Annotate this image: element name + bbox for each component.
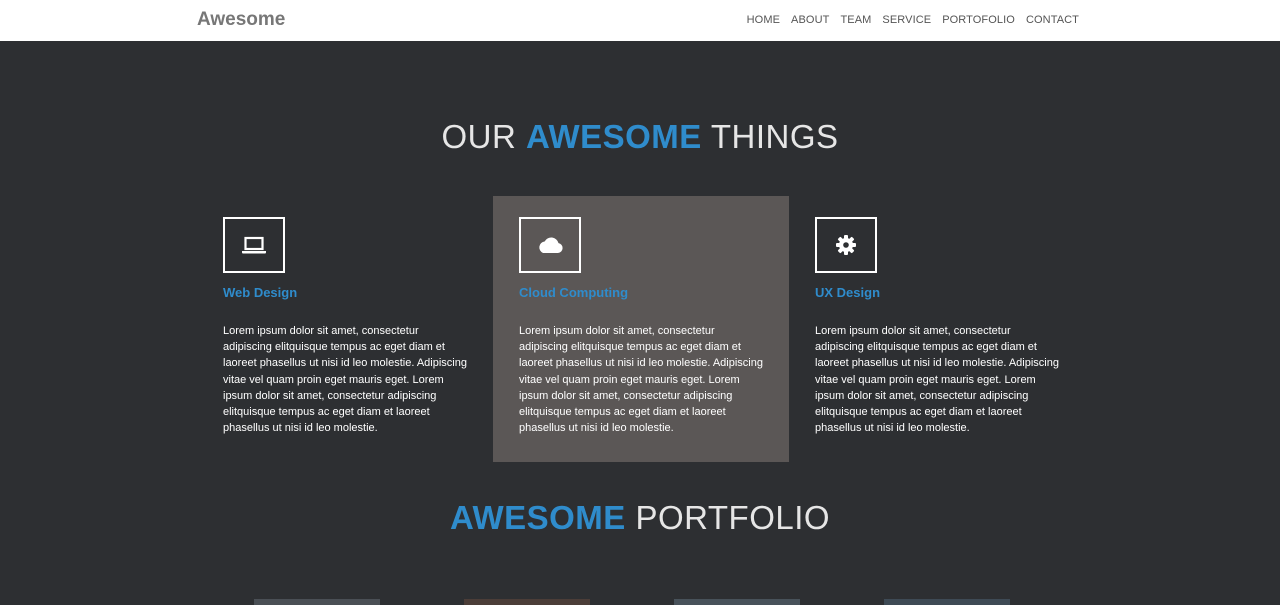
nav-link-portfolio[interactable]: PORTOFOLIO xyxy=(942,14,1015,26)
feature-icon-box xyxy=(519,217,581,273)
feature-card-cloud-computing[interactable]: Cloud Computing Lorem ipsum dolor sit am… xyxy=(493,196,789,462)
features-title-post: THINGS xyxy=(701,118,839,155)
feature-heading: UX Design xyxy=(815,285,881,300)
feature-icon-box xyxy=(815,217,877,273)
portfolio-title-post: PORTFOLIO xyxy=(625,499,831,536)
portfolio-thumbnail[interactable] xyxy=(464,599,590,605)
portfolio-thumbnail[interactable] xyxy=(884,599,1010,605)
features-title-accent: AWESOME xyxy=(525,118,702,155)
feature-description: Lorem ipsum dolor sit amet, consectetur … xyxy=(519,325,763,435)
laptop-icon xyxy=(242,236,266,254)
nav-menu: HOME ABOUT TEAM SERVICE PORTOFOLIO CONTA… xyxy=(747,14,1079,26)
portfolio-title: AWESOME PORTFOLIO xyxy=(0,499,1280,537)
nav-link-about[interactable]: ABOUT xyxy=(791,14,829,26)
nav-link-service[interactable]: SERVICE xyxy=(882,14,931,26)
features-title: OUR AWESOME THINGS xyxy=(0,118,1280,156)
feature-description: Lorem ipsum dolor sit amet, consectetur … xyxy=(223,325,467,435)
brand-logo[interactable]: Awesome xyxy=(197,9,285,31)
portfolio-thumbnail[interactable] xyxy=(674,599,800,605)
navbar: Awesome HOME ABOUT TEAM SERVICE PORTOFOL… xyxy=(0,0,1280,41)
nav-link-team[interactable]: TEAM xyxy=(840,14,871,26)
portfolio-title-accent: AWESOME xyxy=(449,499,626,536)
portfolio-thumbnail[interactable] xyxy=(254,599,380,605)
feature-heading: Web Design xyxy=(223,285,298,300)
feature-card-ux-design[interactable]: UX Design Lorem ipsum dolor sit amet, co… xyxy=(789,196,1085,462)
feature-description: Lorem ipsum dolor sit amet, consectetur … xyxy=(815,325,1059,435)
gear-icon xyxy=(836,235,856,255)
feature-heading: Cloud Computing xyxy=(519,285,629,300)
feature-card-web-design[interactable]: Web Design Lorem ipsum dolor sit amet, c… xyxy=(197,196,493,462)
nav-link-contact[interactable]: CONTACT xyxy=(1026,14,1079,26)
features-title-pre: OUR xyxy=(441,118,526,155)
nav-link-home[interactable]: HOME xyxy=(747,14,780,26)
feature-icon-box xyxy=(223,217,285,273)
cloud-icon xyxy=(539,237,563,253)
